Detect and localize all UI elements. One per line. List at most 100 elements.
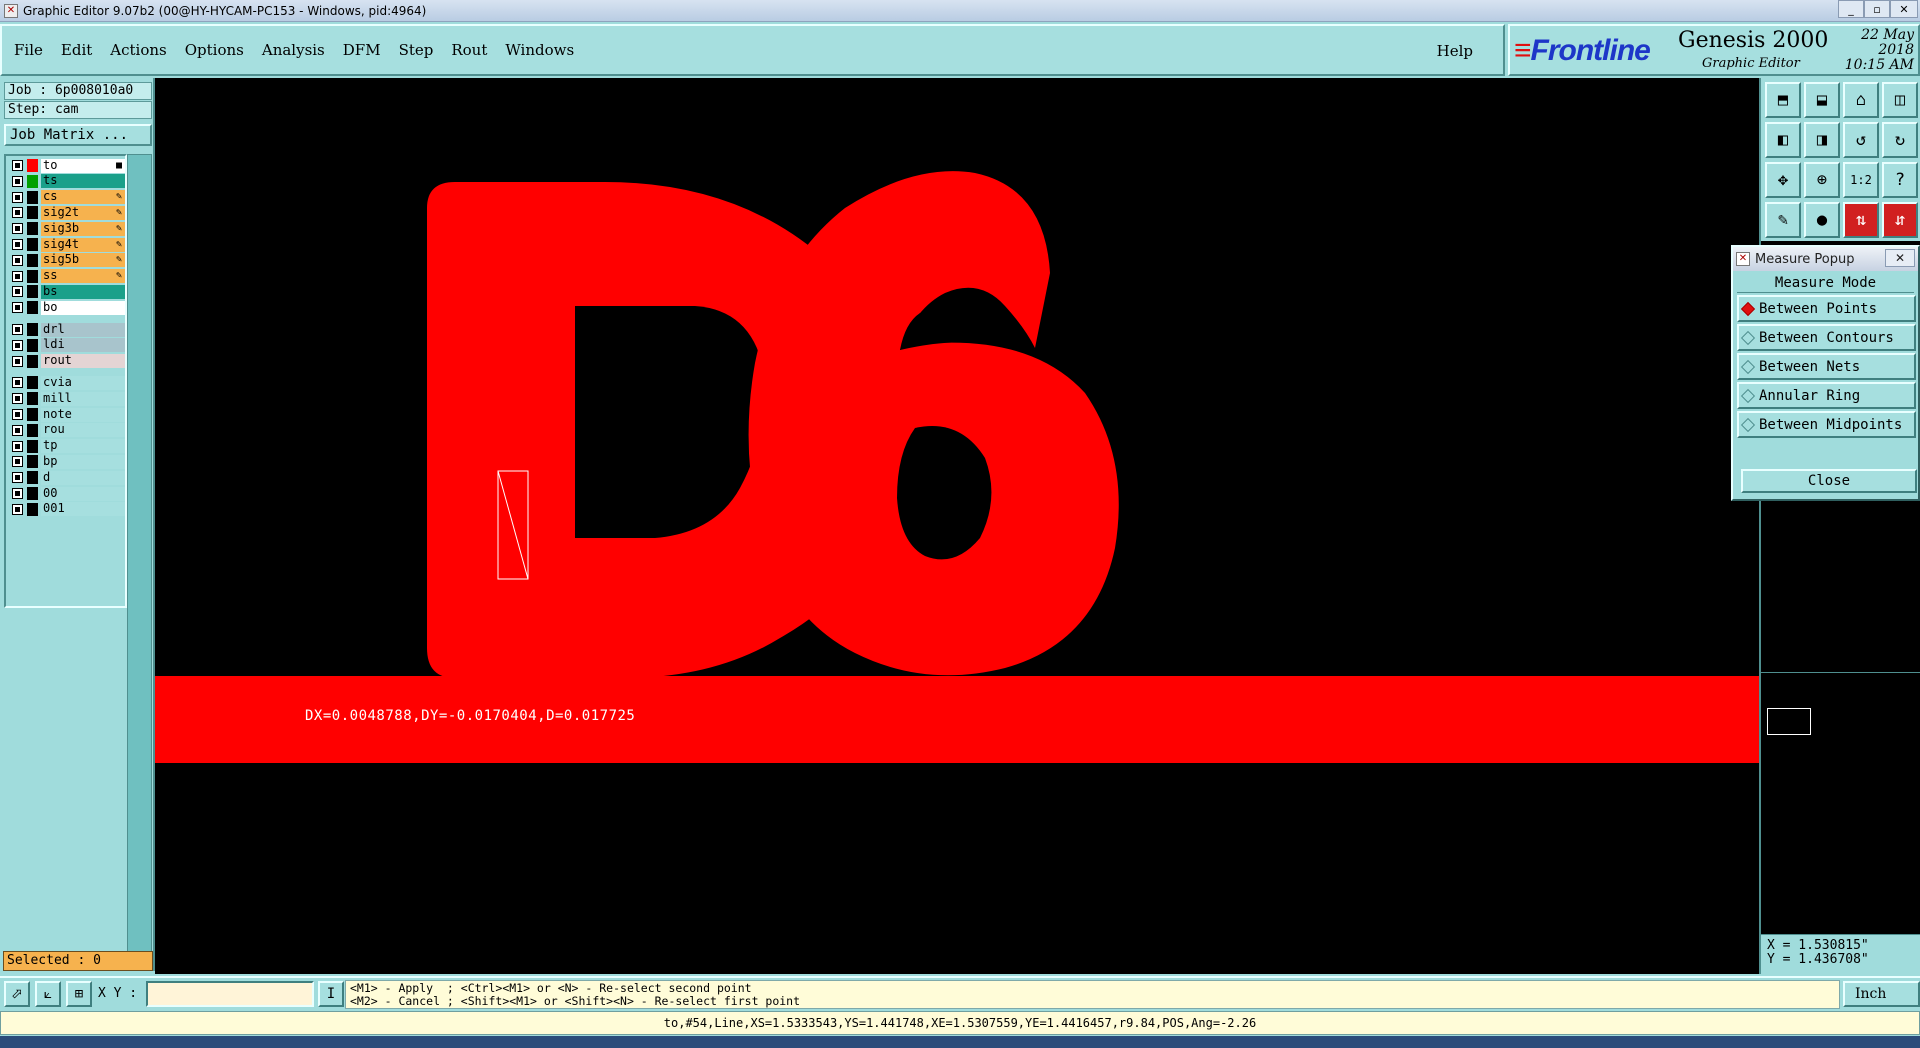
layer-name[interactable]: ts <box>41 174 125 189</box>
layer-checkbox[interactable] <box>12 393 23 405</box>
input-mode-icon[interactable]: I <box>318 981 344 1007</box>
layer-name[interactable]: to ■ <box>41 158 125 173</box>
measure-option-between-nets[interactable]: Between Nets <box>1737 353 1916 380</box>
layer-name[interactable]: bp <box>41 454 125 469</box>
layer-row-bp[interactable]: bp <box>8 454 125 469</box>
layer-name[interactable]: d <box>41 470 125 485</box>
layer-row-ts[interactable]: ts <box>8 174 125 189</box>
layer-checkbox[interactable] <box>12 424 23 436</box>
layer-row-drl[interactable]: drl <box>8 322 125 337</box>
layer-row-sig3b[interactable]: sig3b ✎ <box>8 221 125 236</box>
layer-checkbox[interactable] <box>12 239 23 250</box>
layer-checkbox[interactable] <box>12 488 23 499</box>
layer-checkbox[interactable] <box>12 355 23 367</box>
layer-name[interactable]: drl <box>41 322 125 337</box>
measure-option-between-contours[interactable]: Between Contours <box>1737 324 1916 351</box>
layer-row-ldi[interactable]: ldi <box>8 338 125 353</box>
home-icon[interactable]: ⌂ <box>1843 82 1879 118</box>
layer-row-cvia[interactable]: cvia <box>8 375 125 390</box>
layer-checkbox[interactable] <box>12 175 23 187</box>
zoom-home-icon[interactable]: ⬒ <box>1765 82 1801 118</box>
layer-checkbox[interactable] <box>12 302 23 314</box>
layer-name[interactable]: cs ✎ <box>41 190 125 205</box>
layer-checkbox[interactable] <box>12 377 23 389</box>
layer-row-rou[interactable]: rou <box>8 423 125 438</box>
layer-name[interactable]: bo <box>41 300 125 315</box>
layer-name[interactable]: sig5b ✎ <box>41 253 125 268</box>
measure-tool-icon[interactable]: ⟀ <box>35 981 61 1007</box>
redo-icon[interactable]: ↻ <box>1882 122 1918 158</box>
layer-name[interactable]: 001 <box>41 502 125 517</box>
undo-icon[interactable]: ↺ <box>1843 122 1879 158</box>
center-icon[interactable]: ⊕ <box>1804 162 1840 198</box>
layer-row-00[interactable]: 00 <box>8 486 125 501</box>
layer-row-001[interactable]: 001 <box>8 502 125 517</box>
help-icon[interactable]: ? <box>1882 162 1918 198</box>
layers-up-icon[interactable]: ⇅ <box>1843 202 1879 238</box>
layer-row-mill[interactable]: mill <box>8 391 125 406</box>
layer-checkbox[interactable] <box>12 286 23 298</box>
layer-checkbox[interactable] <box>12 409 23 420</box>
scale-icon[interactable]: 1:2 <box>1843 162 1879 198</box>
layer-name[interactable]: sig3b ✎ <box>41 221 125 236</box>
menu-rout[interactable]: Rout <box>451 41 487 59</box>
layer-row-tp[interactable]: tp <box>8 439 125 454</box>
layer-row-d[interactable]: d <box>8 470 125 485</box>
units-button[interactable]: Inch <box>1843 981 1920 1007</box>
layer-name[interactable]: rout <box>41 354 125 369</box>
layer-name[interactable]: sig4t ✎ <box>41 237 125 252</box>
layer-name[interactable]: 00 <box>41 486 125 501</box>
minimap-view-box[interactable] <box>1767 708 1811 735</box>
layer-checkbox[interactable] <box>12 440 23 452</box>
layer-name[interactable]: mill <box>41 391 125 406</box>
layer-name[interactable]: ss ✎ <box>41 269 125 284</box>
menu-file[interactable]: File <box>14 41 43 59</box>
job-matrix-button[interactable]: Job Matrix ... <box>4 124 152 146</box>
pan-right-icon[interactable]: ◨ <box>1804 122 1840 158</box>
measure-option-between-points[interactable]: Between Points <box>1737 295 1916 322</box>
layer-row-cs[interactable]: cs ✎ <box>8 190 125 205</box>
layer-checkbox[interactable] <box>12 160 23 171</box>
layer-row-rout[interactable]: rout <box>8 354 125 369</box>
popup-close-icon[interactable]: ✕ <box>1885 249 1915 267</box>
select-tool-icon[interactable]: ⬀ <box>4 981 30 1007</box>
zoom-in-icon[interactable]: ⬓ <box>1804 82 1840 118</box>
layer-name[interactable]: note <box>41 407 125 422</box>
layer-row-sig2t[interactable]: sig2t ✎ <box>8 205 125 220</box>
layer-checkbox[interactable] <box>12 254 23 266</box>
layer-name[interactable]: cvia <box>41 375 125 390</box>
grid-tool-icon[interactable]: ⊞ <box>66 981 92 1007</box>
layer-name[interactable]: bs <box>41 284 125 299</box>
layer-checkbox[interactable] <box>12 270 23 282</box>
layer-row-to[interactable]: to ■ <box>8 158 125 173</box>
close-icon[interactable]: ✕ <box>1890 0 1918 18</box>
layer-checkbox[interactable] <box>12 339 23 351</box>
pin-icon[interactable]: ● <box>1804 202 1840 238</box>
measure-option-annular-ring[interactable]: Annular Ring <box>1737 382 1916 409</box>
menu-actions[interactable]: Actions <box>110 41 166 59</box>
menu-edit[interactable]: Edit <box>61 41 92 59</box>
layer-checkbox[interactable] <box>12 207 23 219</box>
layers-down-icon[interactable]: ⇵ <box>1882 202 1918 238</box>
fit-icon[interactable]: ✥ <box>1765 162 1801 198</box>
layer-row-sig4t[interactable]: sig4t ✎ <box>8 237 125 252</box>
layer-name[interactable]: rou <box>41 423 125 438</box>
layer-row-bo[interactable]: bo <box>8 300 125 315</box>
layer-name[interactable]: sig2t ✎ <box>41 205 125 220</box>
layer-checkbox[interactable] <box>12 191 23 203</box>
layer-row-note[interactable]: note <box>8 407 125 422</box>
layer-name[interactable]: tp <box>41 439 125 454</box>
menu-dfm[interactable]: DFM <box>343 41 381 59</box>
menu-windows[interactable]: Windows <box>505 41 574 59</box>
measure-option-between-midpoints[interactable]: Between Midpoints <box>1737 411 1916 438</box>
maximize-icon[interactable]: ▫ <box>1864 0 1890 18</box>
menu-options[interactable]: Options <box>185 41 244 59</box>
snap-icon[interactable]: ✎ <box>1765 202 1801 238</box>
layer-row-ss[interactable]: ss ✎ <box>8 269 125 284</box>
layer-checkbox[interactable] <box>12 456 23 468</box>
layer-checkbox[interactable] <box>12 223 23 235</box>
layer-checkbox[interactable] <box>12 503 23 515</box>
minimize-icon[interactable]: _ <box>1838 0 1864 18</box>
layer-row-bs[interactable]: bs <box>8 284 125 299</box>
layer-checkbox[interactable] <box>12 472 23 484</box>
